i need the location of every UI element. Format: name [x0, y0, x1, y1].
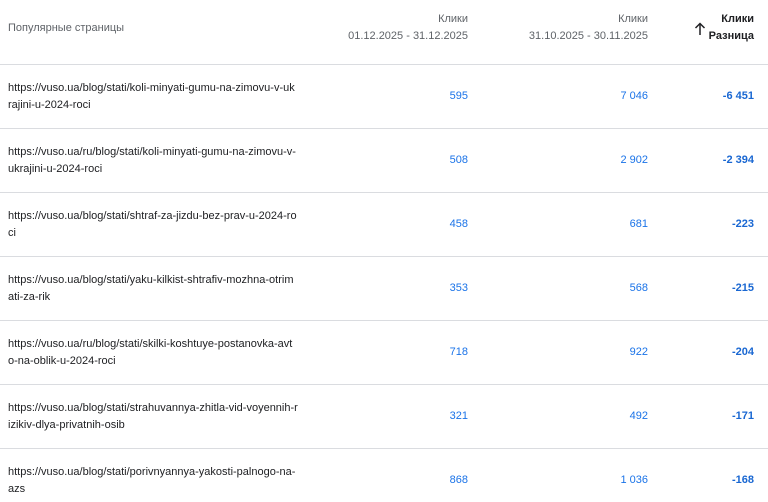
header-clicks-current-title: Клики: [438, 13, 468, 25]
clicks-current-value: 718: [449, 346, 468, 358]
header-clicks-previous-title: Клики: [618, 13, 648, 25]
table-row[interactable]: https://vuso.ua/blog/stati/strahuvannya-…: [0, 385, 768, 449]
clicks-difference-value: -6 451: [722, 90, 754, 102]
clicks-difference-value: -2 394: [722, 154, 754, 166]
header-popular-pages[interactable]: Популярные страницы: [8, 20, 124, 37]
arrow-up-icon[interactable]: [694, 22, 706, 36]
clicks-previous-value: 681: [629, 218, 648, 230]
table-row[interactable]: https://vuso.ua/blog/stati/yaku-kilkist-…: [0, 257, 768, 321]
page-url[interactable]: https://vuso.ua/blog/stati/shtraf-za-jiz…: [8, 208, 298, 242]
page-url[interactable]: https://vuso.ua/blog/stati/porivnyannya-…: [8, 464, 298, 498]
clicks-previous-value: 7 046: [620, 90, 648, 102]
clicks-current-value: 868: [449, 474, 468, 486]
header-clicks-previous-range: 31.10.2025 - 30.11.2025: [528, 30, 648, 42]
table-row[interactable]: https://vuso.ua/blog/stati/shtraf-za-jiz…: [0, 193, 768, 257]
clicks-previous-value: 492: [629, 410, 648, 422]
clicks-difference-value: -171: [731, 410, 754, 422]
clicks-difference-value: -168: [731, 474, 754, 486]
table-body: https://vuso.ua/blog/stati/koli-minyati-…: [0, 65, 768, 502]
header-clicks-previous[interactable]: Клики 31.10.2025 - 30.11.2025: [529, 11, 648, 45]
header-clicks-difference[interactable]: Клики Разница: [709, 11, 754, 45]
page-url[interactable]: https://vuso.ua/blog/stati/strahuvannya-…: [8, 400, 298, 434]
table-header: Популярные страницы Клики 01.12.2025 - 3…: [0, 0, 768, 65]
clicks-previous-value: 922: [629, 346, 648, 358]
table-row[interactable]: https://vuso.ua/ru/blog/stati/skilki-kos…: [0, 321, 768, 385]
header-clicks-current[interactable]: Клики 01.12.2025 - 31.12.2025: [348, 11, 468, 45]
header-clicks-current-range: 01.12.2025 - 31.12.2025: [348, 30, 468, 42]
clicks-previous-value: 1 036: [620, 474, 648, 486]
page-url[interactable]: https://vuso.ua/ru/blog/stati/skilki-kos…: [8, 336, 298, 370]
clicks-previous-value: 2 902: [620, 154, 648, 166]
clicks-current-value: 353: [449, 282, 468, 294]
popular-pages-table: Популярные страницы Клики 01.12.2025 - 3…: [0, 0, 768, 502]
clicks-current-value: 595: [449, 90, 468, 102]
clicks-difference-value: -204: [731, 346, 754, 358]
page-url[interactable]: https://vuso.ua/blog/stati/yaku-kilkist-…: [8, 272, 298, 306]
table-row[interactable]: https://vuso.ua/blog/stati/porivnyannya-…: [0, 449, 768, 502]
header-clicks-difference-title: Клики: [721, 13, 754, 25]
page-url[interactable]: https://vuso.ua/ru/blog/stati/koli-minya…: [8, 144, 298, 178]
clicks-difference-value: -215: [731, 282, 754, 294]
clicks-current-value: 458: [449, 218, 468, 230]
clicks-previous-value: 568: [629, 282, 648, 294]
clicks-current-value: 321: [449, 410, 468, 422]
header-clicks-difference-subtitle: Разница: [708, 30, 754, 42]
table-row[interactable]: https://vuso.ua/blog/stati/koli-minyati-…: [0, 65, 768, 129]
page-url[interactable]: https://vuso.ua/blog/stati/koli-minyati-…: [8, 80, 298, 114]
table-row[interactable]: https://vuso.ua/ru/blog/stati/koli-minya…: [0, 129, 768, 193]
clicks-difference-value: -223: [731, 218, 754, 230]
clicks-current-value: 508: [449, 154, 468, 166]
